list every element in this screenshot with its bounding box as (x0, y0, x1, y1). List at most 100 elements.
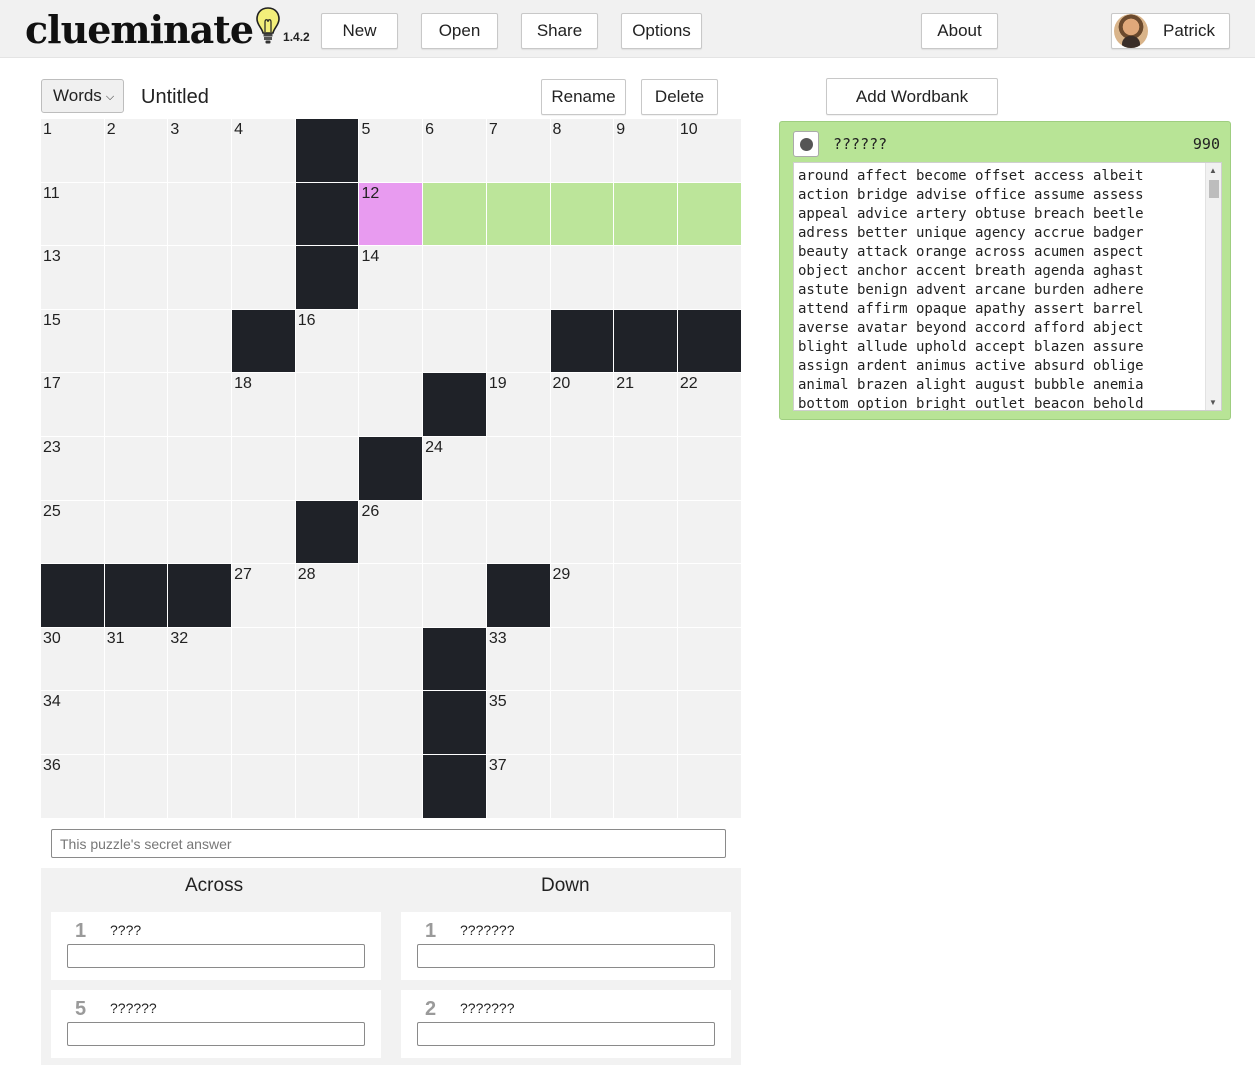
grid-cell[interactable]: 20 (550, 373, 615, 437)
grid-cell[interactable] (104, 246, 169, 310)
grid-cell[interactable] (168, 182, 233, 247)
grid-cell[interactable]: 34 (41, 691, 105, 755)
grid-cell[interactable]: 7 (486, 119, 551, 183)
grid-cell-black[interactable]: # (614, 309, 678, 374)
grid-cell[interactable]: 9 (614, 119, 678, 183)
grid-cell[interactable] (232, 182, 296, 247)
grid-cell[interactable]: 2 (104, 119, 169, 183)
grid-cell[interactable]: 16 (295, 309, 360, 374)
grid-cell[interactable] (677, 436, 742, 501)
delete-button[interactable]: Delete (641, 79, 718, 115)
grid-cell[interactable]: 28 (295, 564, 360, 628)
user-menu-button[interactable]: Patrick (1111, 13, 1230, 49)
grid-cell[interactable] (486, 182, 551, 247)
grid-cell[interactable] (232, 754, 296, 819)
grid-cell[interactable]: 18 (232, 373, 296, 437)
grid-cell[interactable] (104, 691, 169, 755)
grid-cell[interactable] (104, 309, 169, 374)
grid-cell[interactable]: 1 (41, 119, 105, 183)
grid-cell[interactable] (550, 754, 615, 819)
grid-cell[interactable] (614, 500, 678, 565)
grid-cell[interactable] (295, 373, 360, 437)
grid-cell[interactable] (550, 246, 615, 310)
grid-cell-black[interactable]: # (423, 691, 487, 755)
grid-cell[interactable]: 30 (41, 627, 105, 692)
grid-cell[interactable]: 4 (232, 119, 296, 183)
grid-cell[interactable]: 11 (41, 182, 105, 247)
grid-cell-black[interactable]: # (359, 436, 424, 501)
grid-cell[interactable] (295, 436, 360, 501)
grid-cell[interactable] (232, 500, 296, 565)
wordbank-radio[interactable] (793, 131, 819, 157)
grid-cell[interactable]: 37 (486, 754, 551, 819)
grid-cell[interactable] (614, 436, 678, 501)
grid-cell[interactable] (486, 309, 551, 374)
grid-cell[interactable] (168, 373, 233, 437)
grid-cell[interactable] (168, 500, 233, 565)
grid-cell[interactable]: 33 (486, 627, 551, 692)
grid-cell[interactable]: 23 (41, 436, 105, 501)
grid-cell[interactable] (550, 436, 615, 501)
grid-cell[interactable]: 31 (104, 627, 169, 692)
scrollbar[interactable]: ▲ ▼ (1205, 163, 1221, 410)
grid-cell[interactable] (232, 246, 296, 310)
grid-cell-black[interactable]: # (677, 309, 742, 374)
grid-cell[interactable] (677, 564, 742, 628)
grid-cell[interactable] (104, 182, 169, 247)
grid-cell[interactable] (614, 627, 678, 692)
grid-cell[interactable] (295, 754, 360, 819)
grid-cell[interactable]: 36 (41, 754, 105, 819)
grid-cell[interactable] (104, 373, 169, 437)
about-button[interactable]: About (921, 13, 998, 49)
grid-cell[interactable] (677, 182, 742, 247)
scroll-down-icon[interactable]: ▼ (1209, 398, 1217, 407)
grid-cell[interactable]: 24 (423, 436, 487, 501)
grid-cell[interactable] (423, 309, 487, 374)
secret-answer-input[interactable] (51, 829, 726, 858)
grid-cell[interactable] (677, 246, 742, 310)
grid-cell[interactable] (359, 309, 424, 374)
grid-cell[interactable] (168, 246, 233, 310)
grid-cell[interactable]: 26 (359, 500, 424, 565)
grid-cell[interactable] (104, 754, 169, 819)
grid-cell[interactable] (677, 627, 742, 692)
grid-cell[interactable]: 13 (41, 246, 105, 310)
grid-cell[interactable]: 17 (41, 373, 105, 437)
grid-cell[interactable]: 8 (550, 119, 615, 183)
clue-input[interactable] (67, 944, 365, 968)
share-button[interactable]: Share (521, 13, 598, 49)
grid-cell[interactable] (677, 500, 742, 565)
grid-cell-black[interactable]: # (104, 564, 169, 628)
wordbank-words[interactable]: around affect become offset access albei… (798, 167, 1198, 410)
options-button[interactable]: Options (621, 13, 702, 49)
grid-cell[interactable] (359, 627, 424, 692)
grid-cell-black[interactable]: # (423, 373, 487, 437)
grid-cell[interactable]: 15 (41, 309, 105, 374)
grid-cell-black[interactable]: # (423, 627, 487, 692)
grid-cell[interactable] (359, 754, 424, 819)
clue-input[interactable] (417, 1022, 715, 1046)
grid-cell-black[interactable]: # (486, 564, 551, 628)
grid-cell-black[interactable]: # (295, 119, 360, 183)
grid-cell[interactable] (614, 754, 678, 819)
grid-cell[interactable] (359, 691, 424, 755)
grid-cell[interactable] (295, 627, 360, 692)
grid-cell[interactable] (614, 691, 678, 755)
rename-button[interactable]: Rename (541, 79, 626, 115)
grid-cell-black[interactable]: # (550, 309, 615, 374)
grid-cell[interactable] (232, 627, 296, 692)
grid-cell[interactable] (232, 436, 296, 501)
grid-cell[interactable] (550, 627, 615, 692)
grid-cell[interactable]: 21 (614, 373, 678, 437)
grid-cell[interactable]: 27 (232, 564, 296, 628)
grid-cell[interactable]: 32 (168, 627, 233, 692)
grid-cell-black[interactable]: # (41, 564, 105, 628)
app-logo[interactable]: clueminate 1.4.2 (25, 7, 310, 52)
grid-cell-black[interactable]: # (295, 182, 360, 247)
grid-cell[interactable] (677, 691, 742, 755)
grid-cell[interactable] (423, 564, 487, 628)
grid-cell[interactable] (486, 246, 551, 310)
grid-cell[interactable] (486, 436, 551, 501)
grid-cell[interactable] (359, 373, 424, 437)
scroll-thumb[interactable] (1209, 180, 1219, 198)
